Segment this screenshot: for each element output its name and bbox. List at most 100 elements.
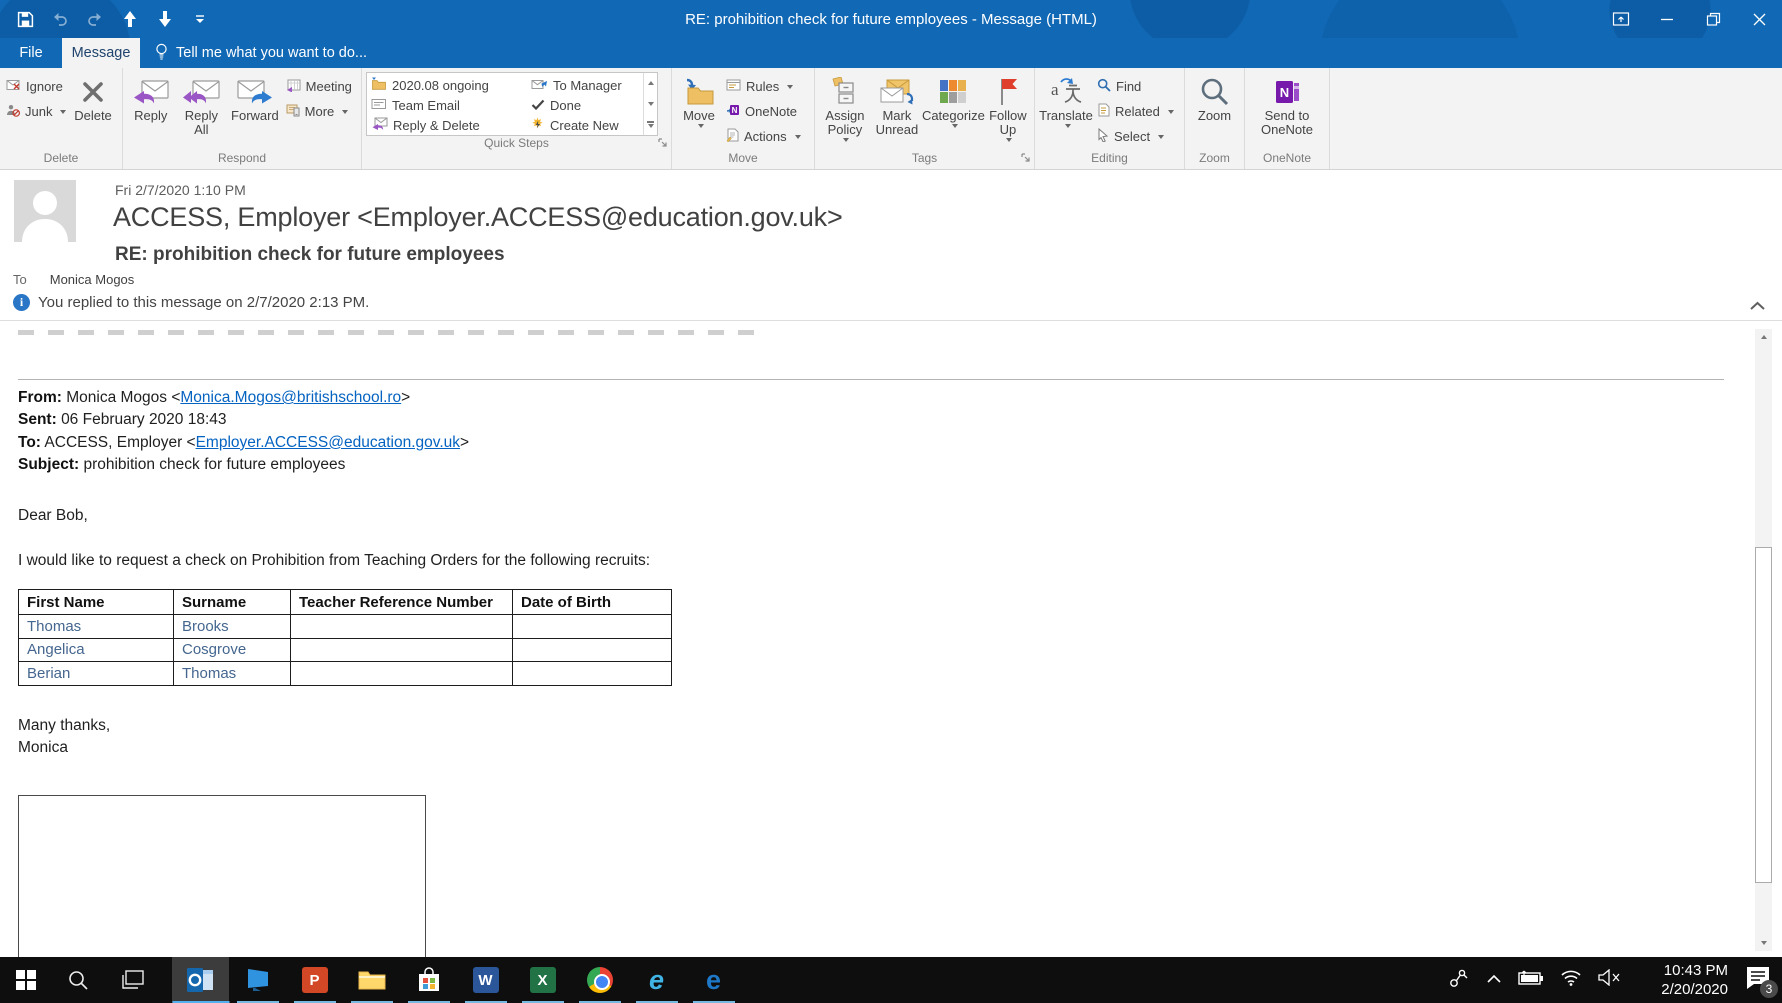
collapse-header-chevron-icon[interactable] <box>1749 298 1766 316</box>
dialog-launcher-icon[interactable] <box>1021 152 1031 166</box>
email-table: First Name Surname Teacher Reference Numbe… <box>18 589 672 686</box>
subject-line: Subject: prohibition check for future em… <box>18 456 346 474</box>
ribbon-group-onenote: N Send to OneNote OneNote <box>1245 68 1330 169</box>
zoom-label: Zoom <box>1197 108 1232 123</box>
pen-workspace-icon[interactable] <box>1448 967 1470 994</box>
delete-icon <box>79 75 107 109</box>
quick-step-label: Create New <box>550 117 619 133</box>
folder-icon <box>371 77 387 93</box>
table-cell <box>290 661 513 686</box>
dropdown-caret-icon <box>787 84 794 89</box>
translate-button[interactable]: a Translate <box>1038 73 1094 128</box>
volume-muted-icon[interactable] <box>1598 968 1622 991</box>
select-icon <box>1097 127 1109 145</box>
taskbar-chrome[interactable] <box>571 957 628 1003</box>
outlook-message-window: { "titlebar": { "title": "RE: prohibitio… <box>0 0 1782 1003</box>
forward-button[interactable]: Forward <box>227 73 283 123</box>
email-card-icon <box>371 98 387 113</box>
forward-label: Forward <box>231 108 279 123</box>
message-sender[interactable]: ACCESS, Employer <Employer.ACCESS@educat… <box>113 202 843 233</box>
taskbar-outlook[interactable] <box>172 957 229 1003</box>
ribbon-display-options-icon[interactable] <box>1598 0 1644 38</box>
taskbar-internet-explorer[interactable]: e <box>628 957 685 1003</box>
reading-pane: From: Monica Mogos <Monica.Mogos@british… <box>0 321 1782 957</box>
taskbar-powerpoint[interactable]: P <box>286 957 343 1003</box>
scroll-up-button[interactable] <box>1755 329 1772 345</box>
reply-all-label: Reply All <box>184 108 218 137</box>
tab-message[interactable]: Message <box>62 38 140 68</box>
restore-button[interactable] <box>1690 0 1736 38</box>
scroll-down-button[interactable] <box>1755 935 1772 951</box>
dialog-launcher-icon[interactable] <box>658 137 668 151</box>
actions-button[interactable]: Actions <box>723 126 809 147</box>
quick-step-item[interactable]: Reply & Delete <box>371 115 531 135</box>
vertical-scrollbar[interactable] <box>1755 329 1772 951</box>
related-button[interactable]: Related <box>1094 101 1178 122</box>
taskbar-word[interactable]: W <box>457 957 514 1003</box>
close-button[interactable] <box>1736 0 1782 38</box>
quick-step-item[interactable]: Done <box>531 95 645 115</box>
quick-step-label: Done <box>550 97 582 113</box>
junk-icon <box>6 104 21 120</box>
to-email-link[interactable]: Employer.ACCESS@education.gov.uk <box>196 434 460 451</box>
find-label: Find <box>1116 79 1142 94</box>
gallery-down-button[interactable] <box>644 94 657 115</box>
task-view-button[interactable] <box>104 957 162 1003</box>
select-button[interactable]: Select <box>1094 126 1178 147</box>
svg-text:a: a <box>1051 80 1059 99</box>
rules-button[interactable]: Rules <box>723 76 809 97</box>
reply-button[interactable]: Reply <box>126 73 176 123</box>
quick-step-item[interactable]: Team Email <box>371 95 531 115</box>
to-recipient[interactable]: Monica Mogos <box>50 272 135 287</box>
categorize-button[interactable]: Categorize <box>922 73 985 128</box>
ribbon-group-zoom: Zoom Zoom <box>1185 68 1245 169</box>
from-email-link[interactable]: Monica.Mogos@britishschool.ro <box>180 389 401 406</box>
titlebar: RE: prohibition check for future employe… <box>0 0 1782 38</box>
gallery-more-button[interactable] <box>644 114 657 135</box>
taskbar-remote-desktop[interactable] <box>229 957 286 1003</box>
scrollbar-thumb[interactable] <box>1755 547 1772 883</box>
find-button[interactable]: Find <box>1094 76 1178 97</box>
word-icon: W <box>472 967 499 993</box>
taskbar-store[interactable] <box>400 957 457 1003</box>
assign-policy-button[interactable]: Assign Policy <box>818 73 872 142</box>
mark-unread-button[interactable]: Mark Unread <box>872 73 922 137</box>
onenote-button[interactable]: N OneNote <box>723 101 809 122</box>
battery-icon[interactable] <box>1518 970 1544 990</box>
start-button[interactable] <box>0 957 52 1003</box>
more-respond-button[interactable]: More <box>283 101 358 122</box>
quick-step-label: Team Email <box>392 97 460 113</box>
minimize-button[interactable] <box>1644 0 1690 38</box>
wifi-icon[interactable] <box>1560 969 1582 991</box>
sender-avatar[interactable] <box>14 180 76 242</box>
junk-button[interactable]: Junk <box>3 101 67 122</box>
table-cell: Cosgrove <box>173 637 291 662</box>
greeting-line: Dear Bob, <box>18 507 88 524</box>
taskbar-clock[interactable]: 10:43 PM 2/20/2020 <box>1638 961 1728 999</box>
show-hidden-icons-chevron[interactable] <box>1486 971 1502 989</box>
gallery-up-button[interactable] <box>644 73 657 94</box>
move-button[interactable]: Move <box>675 73 723 128</box>
action-center-button[interactable]: 3 <box>1744 965 1778 998</box>
follow-up-button[interactable]: Follow Up <box>985 73 1031 142</box>
reply-all-button[interactable]: Reply All <box>176 73 228 137</box>
quick-step-item[interactable]: 2020.08 ongoing <box>371 75 531 95</box>
taskbar-edge[interactable]: e <box>685 957 742 1003</box>
chrome-icon <box>586 967 613 993</box>
group-label-respond: Respond <box>217 151 267 165</box>
delete-button[interactable]: Delete <box>67 73 119 123</box>
tell-me-box[interactable]: Tell me what you want to do... <box>140 38 381 68</box>
zoom-button[interactable]: Zoom <box>1189 73 1241 123</box>
ignore-button[interactable]: Ignore <box>3 76 67 97</box>
delete-label: Delete <box>74 108 112 123</box>
quick-step-item[interactable]: Create New <box>531 115 645 135</box>
tab-file[interactable]: File <box>0 38 62 68</box>
edge-icon: e <box>705 964 722 995</box>
taskbar-search-button[interactable] <box>52 957 104 1003</box>
meeting-button[interactable]: Meeting <box>283 76 358 97</box>
file-explorer-icon <box>358 971 385 990</box>
quick-step-item[interactable]: To Manager <box>531 75 645 95</box>
send-to-onenote-button[interactable]: N Send to OneNote <box>1257 73 1317 137</box>
taskbar-excel[interactable]: X <box>514 957 571 1003</box>
taskbar-file-explorer[interactable] <box>343 957 400 1003</box>
